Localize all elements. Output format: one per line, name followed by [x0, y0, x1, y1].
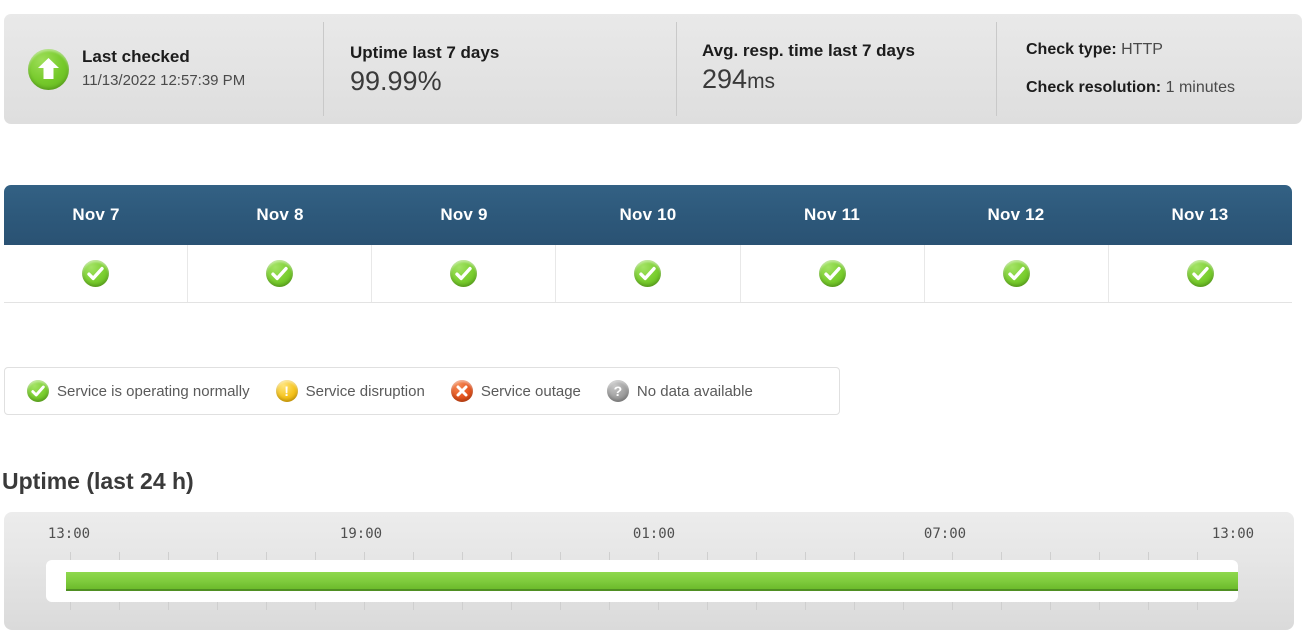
check-resolution-value: 1 minutes — [1165, 79, 1235, 96]
last-checked-text: Last checked 11/13/2022 12:57:39 PM — [82, 46, 245, 92]
day-status-cell[interactable] — [556, 245, 741, 302]
uptime-text: Uptime last 7 days 99.99% — [350, 42, 499, 97]
meta-text: Check type: HTTP Check resolution: 1 min… — [1026, 31, 1235, 107]
check-type-value: HTTP — [1121, 41, 1163, 58]
day-header-cell: Nov 13 — [1171, 205, 1229, 224]
legend-item-operating-normally: Service is operating normally — [27, 380, 250, 402]
legend-item-no-data: ? No data available — [606, 380, 753, 402]
response-time-label: Avg. resp. time last 7 days — [702, 41, 915, 60]
uptime-bar-track[interactable] — [46, 560, 1238, 602]
uptime-section-title: Uptime (last 24 h) — [2, 468, 194, 494]
legend-label: Service disruption — [305, 382, 425, 400]
day-status-cell[interactable] — [741, 245, 925, 302]
axis-tick-label: 01:00 — [632, 526, 676, 542]
check-circle-icon — [634, 260, 662, 287]
summary-cell-meta: Check type: HTTP Check resolution: 1 min… — [996, 14, 1302, 124]
question-circle-icon: ? — [606, 380, 629, 402]
x-circle-icon — [450, 380, 473, 402]
legend-item-service-disruption: ! Service disruption — [275, 380, 425, 402]
summary-panel: Last checked 11/13/2022 12:57:39 PM Upti… — [4, 14, 1302, 124]
day-header-cell: Nov 9 — [440, 205, 488, 224]
check-circle-icon — [1186, 260, 1214, 287]
axis-tick-label: 13:00 — [47, 526, 91, 542]
summary-cell-response-time: Avg. resp. time last 7 days 294ms — [676, 14, 996, 124]
response-time-unit: ms — [747, 70, 776, 93]
check-circle-icon — [27, 380, 49, 402]
day-header-cell: Nov 10 — [619, 205, 677, 224]
day-header-cell: Nov 8 — [256, 205, 304, 224]
daily-status-header-row: Nov 7 Nov 8 Nov 9 Nov 10 Nov 11 Nov 12 N… — [4, 185, 1292, 245]
exclamation-glyph: ! — [284, 383, 289, 399]
day-status-cell[interactable] — [372, 245, 557, 302]
exclamation-circle-icon: ! — [275, 380, 298, 402]
day-status-cell[interactable] — [188, 245, 373, 302]
response-time-value: 294 — [702, 64, 748, 94]
uptime-timeline-panel: 13:00 19:00 01:00 07:00 13:00 — [4, 512, 1294, 630]
up-arrow-icon — [28, 48, 69, 90]
last-checked-label: Last checked — [82, 47, 190, 66]
response-time-text: Avg. resp. time last 7 days 294ms — [702, 40, 915, 98]
legend-label: Service is operating normally — [57, 382, 250, 400]
legend-label: Service outage — [480, 382, 581, 400]
check-circle-icon — [1002, 260, 1030, 287]
legend-label: No data available — [636, 382, 753, 400]
summary-cell-last-checked: Last checked 11/13/2022 12:57:39 PM — [4, 14, 323, 124]
axis-tick-label: 07:00 — [923, 526, 967, 542]
summary-cell-uptime: Uptime last 7 days 99.99% — [323, 14, 676, 124]
day-header-cell: Nov 7 — [72, 205, 120, 224]
uptime-label: Uptime last 7 days — [350, 42, 500, 62]
check-resolution-label: Check resolution: — [1026, 79, 1162, 96]
daily-status-icons-row — [4, 245, 1292, 303]
question-glyph: ? — [613, 383, 623, 399]
check-type-label: Check type: — [1026, 41, 1117, 58]
legend-item-service-outage: Service outage — [450, 380, 581, 402]
check-type-row: Check type: HTTP — [1026, 31, 1235, 69]
axis-tick-label: 19:00 — [339, 526, 383, 542]
check-resolution-row: Check resolution: 1 minutes — [1026, 69, 1235, 107]
last-checked-value: 11/13/2022 12:57:39 PM — [82, 72, 246, 89]
check-circle-icon — [266, 260, 294, 287]
uptime-value: 99.99% — [350, 65, 442, 96]
check-circle-icon — [818, 260, 846, 287]
timeline-axis-labels: 13:00 19:00 01:00 07:00 13:00 — [4, 526, 1294, 546]
day-status-cell[interactable] — [1109, 245, 1292, 302]
day-status-cell[interactable] — [925, 245, 1109, 302]
daily-status-table: Nov 7 Nov 8 Nov 9 Nov 10 Nov 11 Nov 12 N… — [4, 185, 1292, 303]
axis-tick-label: 13:00 — [1211, 526, 1255, 542]
response-time-value-row: 294ms — [702, 63, 915, 98]
day-status-cell[interactable] — [4, 245, 189, 302]
check-circle-icon — [450, 260, 478, 287]
status-legend: Service is operating normally ! Service … — [4, 367, 840, 415]
check-circle-icon — [82, 260, 110, 287]
uptime-bar-segment-up[interactable] — [66, 572, 1238, 591]
day-header-cell: Nov 12 — [987, 205, 1045, 224]
day-header-cell: Nov 11 — [803, 205, 860, 224]
